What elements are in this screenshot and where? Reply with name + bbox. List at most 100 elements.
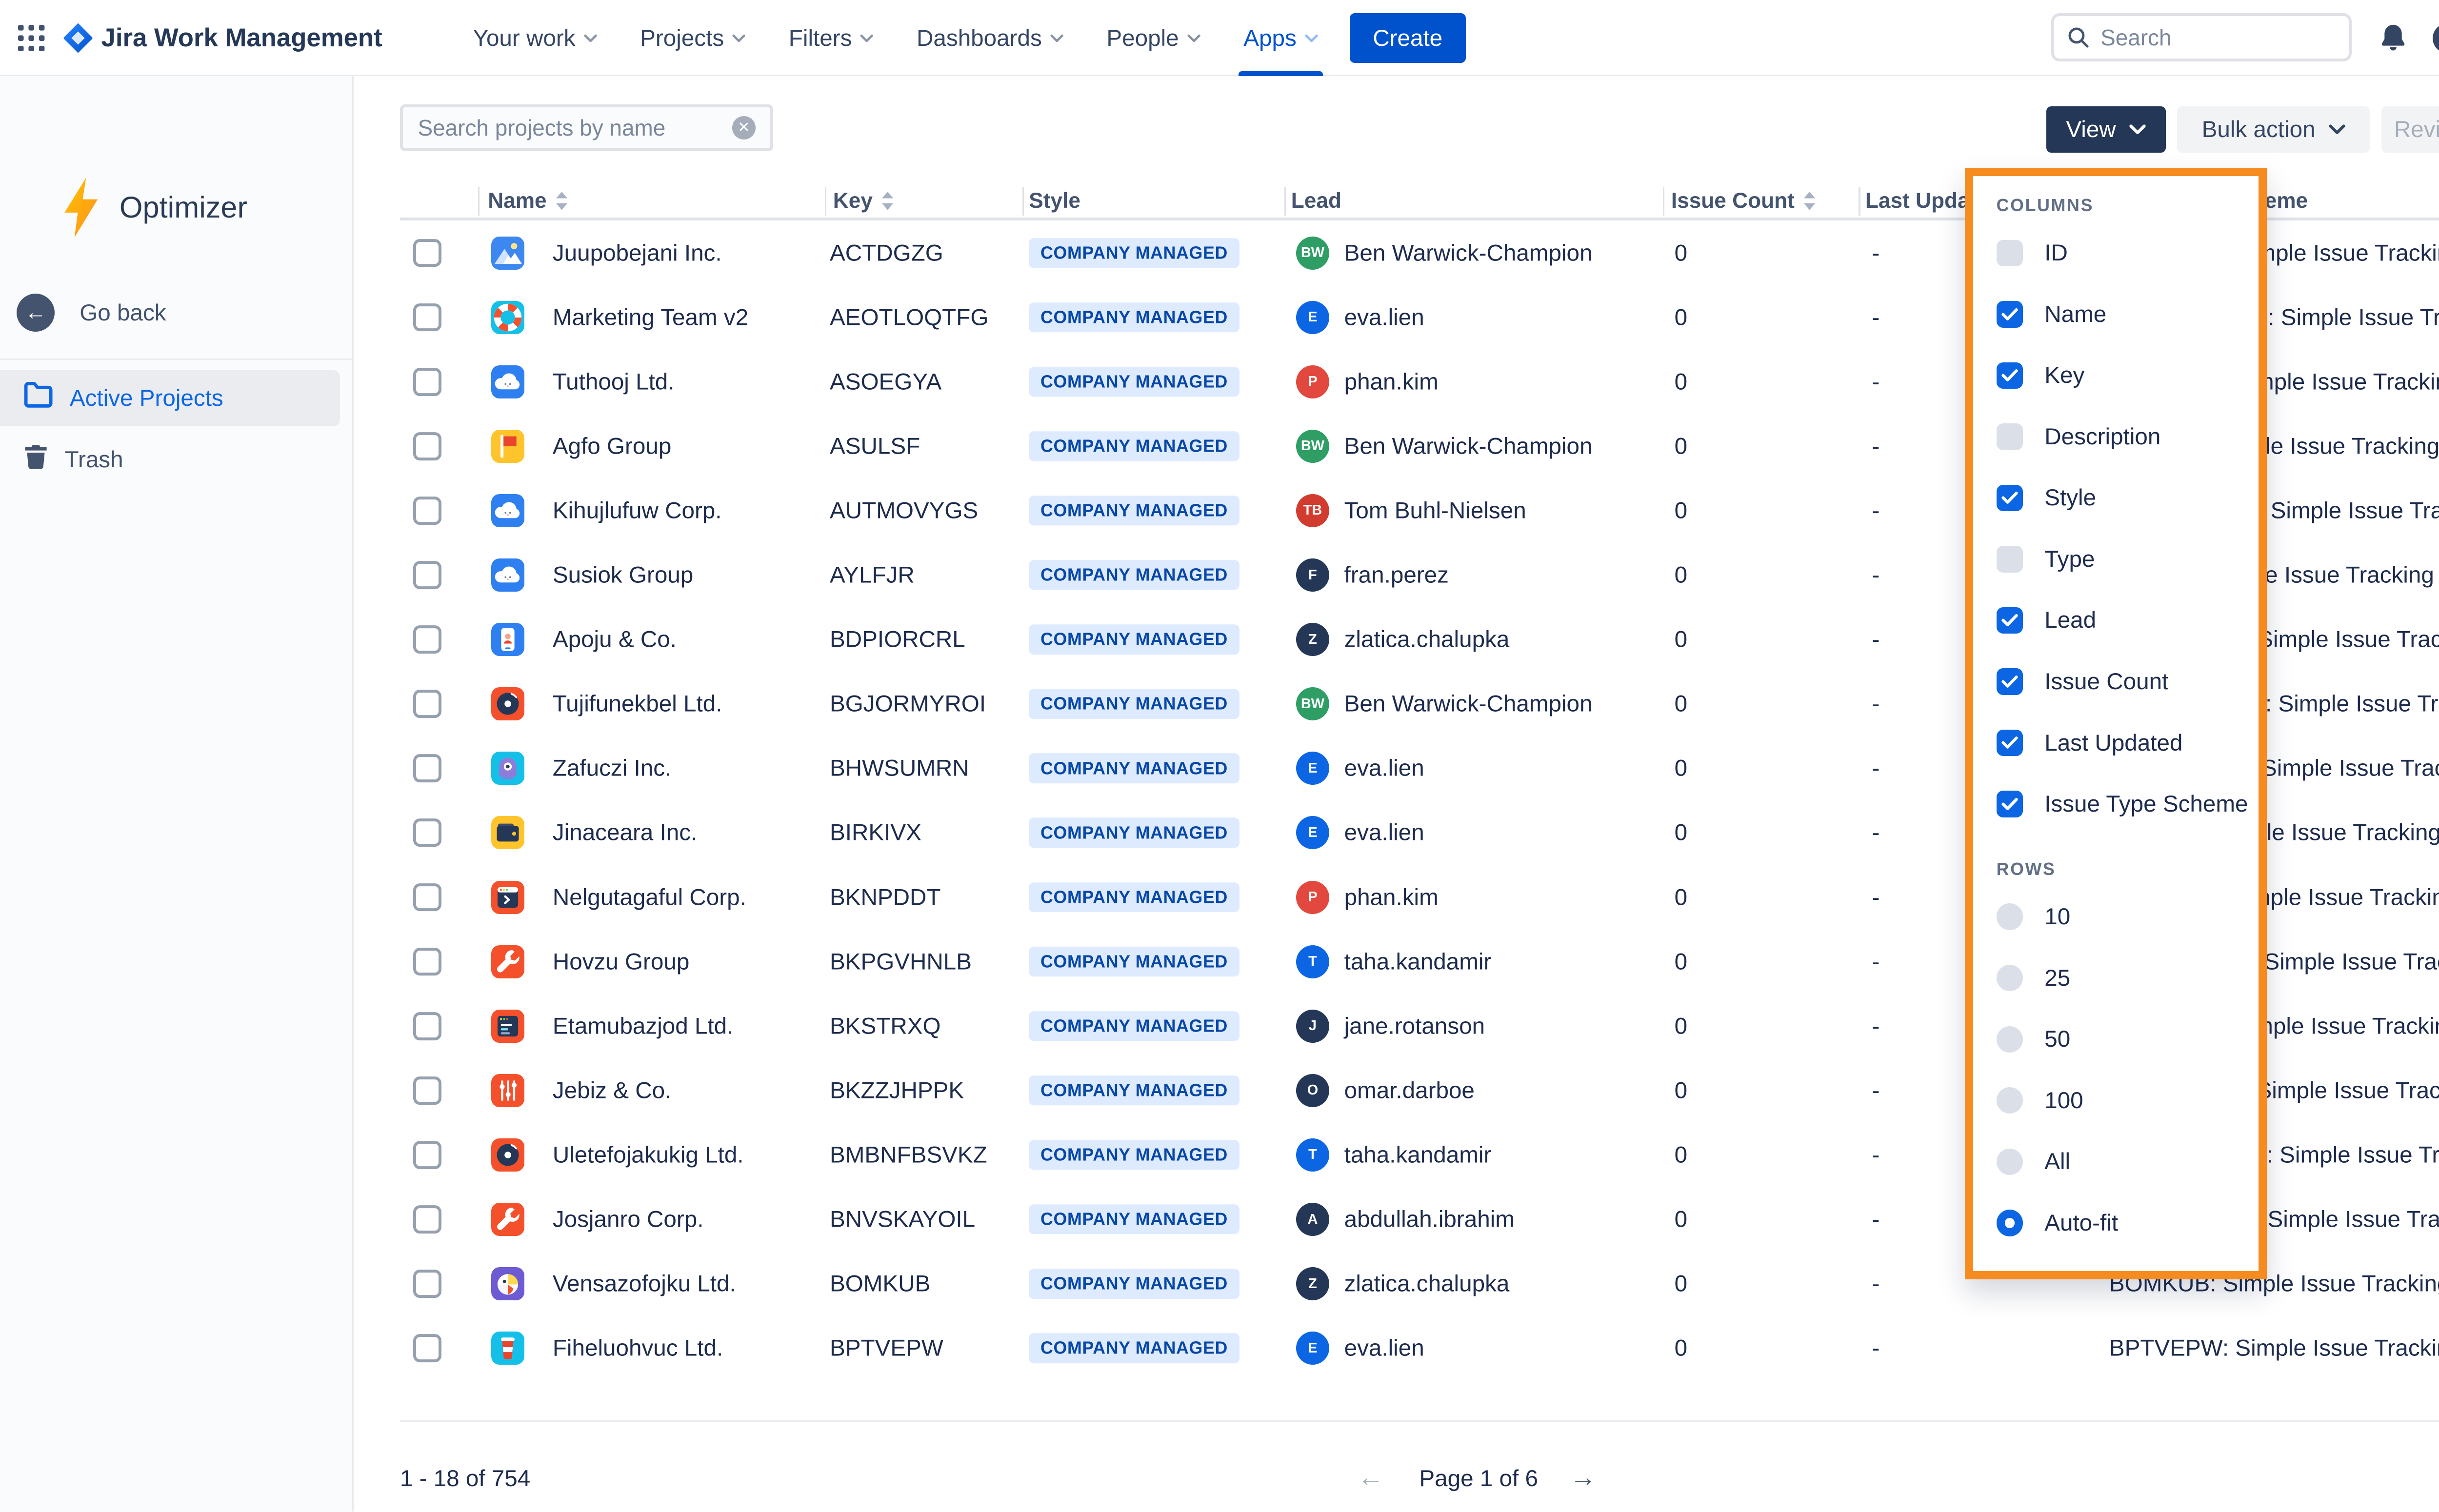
review-changes-button[interactable]: Review changes — [2381, 106, 2439, 153]
nav-item-people[interactable]: People — [1085, 0, 1222, 76]
project-name[interactable]: Apoju & Co. — [553, 626, 677, 653]
nav-item-your-work[interactable]: Your work — [451, 0, 619, 76]
project-name[interactable]: Josjanro Corp. — [553, 1206, 704, 1233]
lead-avatar: O — [1296, 1074, 1329, 1107]
row-checkbox[interactable] — [413, 239, 441, 267]
global-search-input[interactable]: Search — [2051, 13, 2352, 61]
column-header-issue-count[interactable]: Issue Count — [1671, 186, 1816, 216]
project-name[interactable]: Tuthooj Ltd. — [553, 368, 675, 395]
checkbox-icon[interactable] — [1997, 607, 2023, 634]
project-name[interactable]: Fiheluohvuc Ltd. — [553, 1335, 723, 1362]
nav-item-dashboards[interactable]: Dashboards — [895, 0, 1085, 76]
radio-icon[interactable] — [1997, 903, 2023, 930]
checkbox-icon[interactable] — [1997, 546, 2023, 572]
row-checkbox[interactable] — [413, 303, 441, 332]
row-checkbox[interactable] — [413, 1205, 441, 1233]
project-name[interactable]: Jebiz & Co. — [553, 1077, 671, 1104]
project-name[interactable]: Agfo Group — [553, 433, 672, 459]
rows-option-all[interactable]: All — [1973, 1131, 2259, 1193]
rows-option-25[interactable]: 25 — [1973, 947, 2259, 1009]
view-button[interactable]: View — [2046, 106, 2166, 153]
row-checkbox[interactable] — [413, 1012, 441, 1040]
row-checkbox[interactable] — [413, 754, 441, 782]
column-toggle-issue-count[interactable]: Issue Count — [1973, 651, 2259, 713]
checkbox-icon[interactable] — [1997, 362, 2023, 389]
project-name[interactable]: Tujifunekbel Ltd. — [553, 691, 722, 717]
issue-type-scheme: BPTVEPW: Simple Issue Tracking Issue Typ… — [2109, 1335, 2439, 1362]
checkbox-icon[interactable] — [1997, 668, 2023, 695]
notifications-bell-icon[interactable] — [2377, 21, 2410, 55]
nav-item-apps[interactable]: Apps — [1222, 0, 1339, 76]
column-toggle-style[interactable]: Style — [1973, 467, 2259, 529]
app-switcher-icon[interactable] — [18, 25, 44, 51]
row-checkbox[interactable] — [413, 883, 441, 912]
radio-icon[interactable] — [1997, 1087, 2023, 1114]
project-name[interactable]: Jinaceara Inc. — [553, 819, 697, 846]
row-checkbox[interactable] — [413, 948, 441, 976]
row-checkbox[interactable] — [413, 1334, 441, 1362]
table-row[interactable]: Fiheluohvuc Ltd.BPTVEPWCOMPANY MANAGEDEe… — [355, 1316, 2439, 1380]
bulk-action-button[interactable]: Bulk action — [2177, 106, 2370, 153]
checkbox-icon[interactable] — [1997, 423, 2023, 450]
project-name[interactable]: Nelgutagaful Corp. — [553, 884, 746, 911]
row-checkbox[interactable] — [413, 368, 441, 396]
next-page-arrow-icon[interactable]: → — [1570, 1462, 1596, 1492]
row-checkbox[interactable] — [413, 1141, 441, 1169]
row-checkbox[interactable] — [413, 561, 441, 589]
project-name[interactable]: Kihujlufuw Corp. — [553, 497, 722, 524]
project-name[interactable]: Juupobejani Inc. — [553, 239, 722, 266]
row-checkbox[interactable] — [413, 690, 441, 718]
row-checkbox[interactable] — [413, 818, 441, 847]
checkbox-icon[interactable] — [1997, 301, 2023, 327]
sidebar-item-active-projects[interactable]: Active Projects — [0, 370, 340, 427]
lead-name: abdullah.ibrahim — [1344, 1206, 1515, 1233]
prev-page-arrow-icon[interactable]: ← — [1358, 1462, 1384, 1492]
column-toggle-type[interactable]: Type — [1973, 529, 2259, 590]
column-header-key[interactable]: Key — [833, 186, 894, 216]
rows-option-50[interactable]: 50 — [1973, 1009, 2259, 1070]
row-checkbox[interactable] — [413, 497, 441, 525]
checkbox-icon[interactable] — [1997, 485, 2023, 511]
create-button[interactable]: Create — [1350, 13, 1466, 63]
row-checkbox[interactable] — [413, 432, 441, 460]
checkbox-icon[interactable] — [1997, 730, 2023, 756]
column-toggle-name[interactable]: Name — [1973, 284, 2259, 345]
go-back-button[interactable]: ← Go back — [17, 294, 166, 332]
radio-icon[interactable] — [1997, 1210, 2023, 1236]
column-toggle-id[interactable]: ID — [1973, 222, 2259, 284]
issue-count: 0 — [1675, 1335, 1687, 1362]
help-icon[interactable]: ? — [2433, 23, 2439, 57]
project-name[interactable]: Uletefojakukig Ltd. — [553, 1141, 744, 1168]
rows-option-10[interactable]: 10 — [1973, 886, 2259, 948]
project-name[interactable]: Marketing Team v2 — [553, 304, 748, 331]
checkbox-icon[interactable] — [1997, 791, 2023, 817]
project-search-input[interactable]: Search projects by name ✕ — [400, 104, 773, 151]
project-name[interactable]: Etamubazjod Ltd. — [553, 1013, 734, 1039]
clear-search-icon[interactable]: ✕ — [732, 116, 756, 139]
nav-item-filters[interactable]: Filters — [767, 0, 895, 76]
column-toggle-last-updated[interactable]: Last Updated — [1973, 712, 2259, 774]
sidebar-item-trash[interactable]: Trash — [0, 432, 340, 488]
checkbox-icon[interactable] — [1997, 240, 2023, 266]
nav-item-projects[interactable]: Projects — [619, 0, 767, 76]
column-toggle-key[interactable]: Key — [1973, 345, 2259, 406]
column-toggle-description[interactable]: Description — [1973, 406, 2259, 468]
row-checkbox[interactable] — [413, 1076, 441, 1105]
column-header-name[interactable]: Name — [488, 186, 568, 216]
rows-option-auto-fit[interactable]: Auto-fit — [1973, 1193, 2259, 1254]
project-name[interactable]: Vensazofojku Ltd. — [553, 1271, 736, 1297]
project-name[interactable]: Susiok Group — [553, 562, 693, 589]
row-checkbox[interactable] — [413, 1270, 441, 1298]
radio-icon[interactable] — [1997, 1026, 2023, 1053]
radio-icon[interactable] — [1997, 1149, 2023, 1175]
radio-icon[interactable] — [1997, 965, 2023, 991]
project-name[interactable]: Zafuczi Inc. — [553, 755, 671, 782]
row-checkbox[interactable] — [413, 625, 441, 654]
style-badge: COMPANY MANAGED — [1029, 624, 1239, 654]
style-badge: COMPANY MANAGED — [1029, 1011, 1239, 1041]
lead-name: eva.lien — [1344, 819, 1424, 846]
column-toggle-issue-type-scheme[interactable]: Issue Type Scheme — [1973, 774, 2259, 835]
column-toggle-lead[interactable]: Lead — [1973, 590, 2259, 651]
project-name[interactable]: Hovzu Group — [553, 948, 690, 975]
rows-option-100[interactable]: 100 — [1973, 1070, 2259, 1132]
